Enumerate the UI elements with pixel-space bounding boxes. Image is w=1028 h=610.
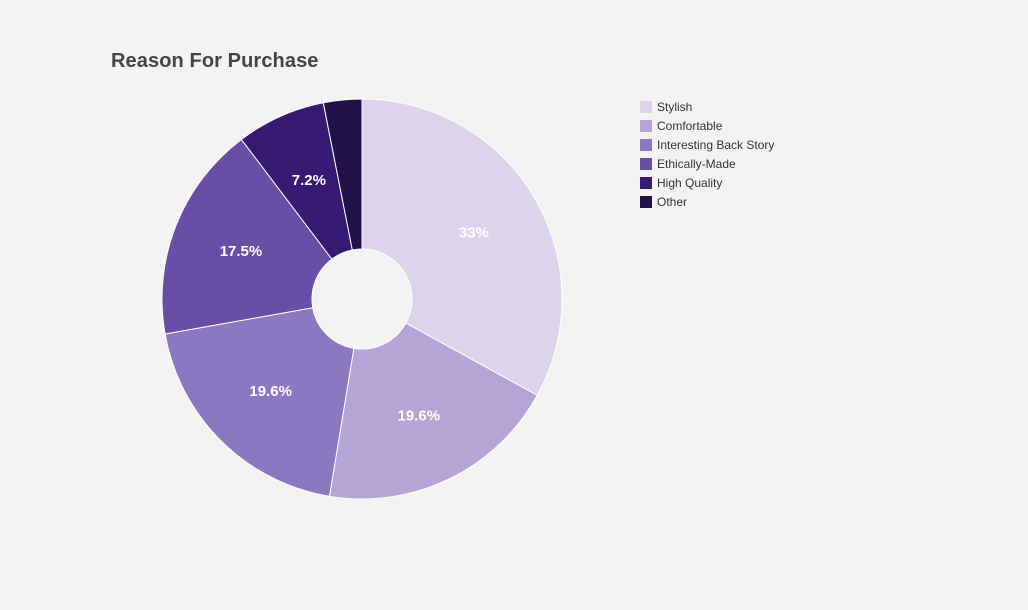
- legend-label: High Quality: [657, 175, 723, 190]
- legend-swatch: [640, 195, 652, 208]
- legend-swatch: [640, 157, 652, 170]
- legend-swatch: [640, 176, 652, 189]
- legend-label: Comfortable: [657, 118, 723, 133]
- legend-item: Comfortable: [640, 116, 774, 135]
- legend-swatch: [640, 119, 652, 132]
- legend-label: Stylish: [657, 99, 693, 114]
- legend-item: Interesting Back Story: [640, 135, 774, 154]
- data-label: 19.6%: [398, 407, 441, 424]
- pie-chart: 33% 19.6% 19.6% 17.5% 7.2%: [161, 98, 563, 500]
- data-label: 19.6%: [249, 383, 292, 400]
- legend-item: Ethically-Made: [640, 154, 774, 173]
- pie-slice-interesting-back-story: [164, 307, 355, 497]
- legend-item: High Quality: [640, 173, 774, 192]
- legend-label: Interesting Back Story: [657, 137, 775, 152]
- chart-legend: Stylish Comfortable Interesting Back Story…: [640, 97, 774, 211]
- legend-label: Other: [657, 194, 688, 209]
- data-label: 17.5%: [220, 243, 263, 260]
- legend-swatch: [640, 138, 652, 151]
- legend-label: Ethically-Made: [657, 156, 736, 171]
- legend-item: Stylish: [640, 97, 774, 116]
- legend-item: Other: [640, 192, 774, 211]
- data-label: 7.2%: [292, 172, 326, 189]
- legend-swatch: [640, 100, 652, 113]
- data-label: 33%: [459, 224, 489, 241]
